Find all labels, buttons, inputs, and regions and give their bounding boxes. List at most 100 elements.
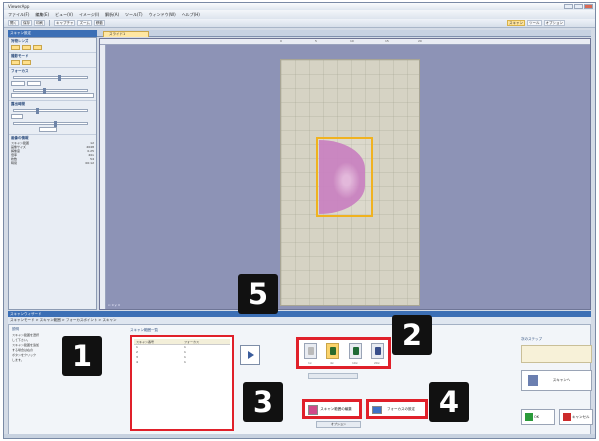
slider-thumb[interactable] — [57, 75, 61, 81]
focus-button[interactable] — [11, 81, 25, 86]
ruler-tick: 5 — [315, 39, 317, 43]
ruler-tick: 0 — [280, 39, 282, 43]
tab-slide[interactable]: スライド1 — [103, 31, 149, 37]
title-bar: ViewerApp — [4, 3, 595, 10]
objective-option[interactable] — [22, 45, 31, 50]
callout-3: 3 — [243, 382, 283, 422]
menu-file[interactable]: ファイル(F) — [8, 12, 29, 18]
options-button[interactable]: オプション — [543, 20, 565, 26]
objective-option[interactable] — [33, 45, 42, 50]
section-title: フォーカス — [11, 69, 29, 73]
focus-fine-slider[interactable] — [13, 88, 88, 94]
vertical-ruler — [100, 45, 106, 309]
mode-option[interactable] — [22, 60, 31, 65]
slider-thumb[interactable] — [43, 88, 47, 94]
status-bar — [4, 434, 595, 438]
list-label: スキャン範囲一覧 — [130, 328, 158, 332]
glass-slide[interactable] — [280, 59, 420, 306]
menu-bar: ファイル(F) 編集(E) ビュー(V) イメージ(I) 解析(A) ツール(T… — [4, 10, 595, 19]
minimize-button[interactable] — [564, 4, 573, 9]
exposure-button[interactable] — [11, 114, 23, 119]
objective-10x-icon[interactable] — [349, 343, 362, 359]
icon-label: 10x — [352, 361, 358, 365]
objective-option-bar[interactable] — [308, 373, 358, 379]
tissue-sample — [319, 140, 365, 214]
callout-4: 4 — [429, 382, 469, 422]
icon-label: 4x — [330, 361, 334, 365]
ruler-tick: 10 — [350, 39, 354, 43]
description-text: スキャン範囲を選択 して下さい。 スキャン範囲を追加 する場合は右の ボタンをク… — [12, 333, 64, 363]
toolbar-right-group: スキャン ツール オプション — [507, 20, 565, 26]
ok-button[interactable]: OK — [521, 409, 555, 425]
cancel-button[interactable]: キャンセル — [559, 409, 593, 425]
objective-buttons — [11, 44, 94, 51]
icon-label: 1x — [308, 361, 312, 365]
next-step-label: 次のステップ — [521, 337, 542, 341]
menu-edit[interactable]: 編集(E) — [35, 12, 49, 18]
exposure-buttons — [11, 113, 94, 120]
objective-section: 対物レンズ — [9, 38, 96, 53]
menu-image[interactable]: イメージ(I) — [79, 12, 99, 18]
maximize-button[interactable] — [574, 4, 583, 9]
callout-1: 1 — [62, 336, 102, 376]
add-region-arrow-button[interactable] — [240, 345, 260, 365]
menu-window[interactable]: ウィンドウ(W) — [149, 12, 176, 18]
slider-thumb[interactable] — [54, 121, 58, 127]
info-value: 00:12 — [85, 161, 94, 165]
scan-mode-button[interactable]: スキャン — [507, 20, 525, 26]
zoom-button[interactable]: ズーム — [77, 20, 92, 26]
save-button[interactable]: 保存 — [21, 20, 32, 26]
mode-option[interactable] — [11, 60, 20, 65]
cell: 4 — [136, 360, 138, 364]
tools-button[interactable]: ツール — [527, 20, 542, 26]
list-item[interactable]: 41 — [134, 360, 230, 365]
mode-section: 撮影モード — [9, 53, 96, 68]
pan-button[interactable]: 移動 — [93, 20, 105, 26]
objective-20x-icon[interactable] — [371, 343, 384, 359]
mode-buttons — [11, 59, 94, 66]
apply-button[interactable] — [39, 127, 57, 132]
print-button[interactable]: 印刷 — [34, 20, 45, 26]
callout-5: 5 — [238, 274, 278, 314]
focus-slider[interactable] — [13, 75, 88, 81]
toolbar-separator — [49, 20, 50, 26]
focus-settings-button[interactable]: フォーカスの設定 — [366, 399, 428, 419]
section-title: 露出時間 — [11, 102, 25, 106]
focus-button[interactable] — [27, 81, 41, 86]
objective-option[interactable] — [11, 45, 20, 50]
description-line: します。 — [12, 358, 24, 362]
focus-buttons — [11, 80, 94, 87]
capture-button[interactable]: キャプチャ — [54, 20, 76, 26]
image-info-section: 画像の情報 スキャン範囲 12 画像サイズ 2048 解像度 0.25 倍率 20x 枚… — [9, 135, 96, 166]
objective-4x-icon[interactable] — [326, 343, 339, 359]
close-button[interactable] — [584, 4, 593, 9]
objective-icon-group: 1x 4x 10x 20x — [296, 337, 391, 369]
info-row: 時間 00:12 — [11, 161, 94, 165]
exposure-slider[interactable] — [13, 108, 88, 114]
menu-analysis[interactable]: 解析(A) — [105, 12, 119, 18]
menu-view[interactable]: ビュー(V) — [55, 12, 73, 18]
options-button[interactable]: オプション — [316, 421, 361, 428]
edit-scan-region-button[interactable]: スキャン範囲の編集 — [302, 399, 362, 419]
scan-button[interactable]: スキャンへ — [521, 370, 592, 391]
menu-tools[interactable]: ツール(T) — [125, 12, 143, 18]
exposure-section: 露出時間 — [9, 101, 96, 135]
exposure-apply-row — [11, 126, 94, 133]
ruler-tick: 20 — [418, 39, 422, 43]
exposure-fine-slider[interactable] — [13, 121, 88, 127]
wizard-steps: スキャンモード > スキャン範囲 > フォーカスポイント > スキャン — [8, 317, 591, 324]
scan-region-box[interactable] — [316, 137, 373, 217]
slide-viewer[interactable]: 0 5 10 15 20 x: 0 y: 0 — [99, 38, 591, 310]
column-header: スキャン番号 — [136, 340, 155, 344]
ruler-tick: 15 — [385, 39, 389, 43]
scan-region-list[interactable]: スキャン番号 フォーカス 11 21 31 41 — [130, 335, 234, 431]
slider-thumb[interactable] — [35, 108, 39, 114]
info-key: 時間 — [11, 161, 18, 165]
viewer-status: x: 0 y: 0 — [108, 303, 121, 307]
open-button[interactable]: 開く — [8, 20, 19, 26]
menu-help[interactable]: ヘルプ(H) — [182, 12, 200, 18]
focus-value-field[interactable] — [11, 93, 94, 98]
objective-1x-icon[interactable] — [304, 343, 317, 359]
window-title: ViewerApp — [8, 4, 30, 9]
toolbar: 開く 保存 印刷 キャプチャ ズーム 移動 スキャン ツール オプション — [4, 19, 595, 28]
